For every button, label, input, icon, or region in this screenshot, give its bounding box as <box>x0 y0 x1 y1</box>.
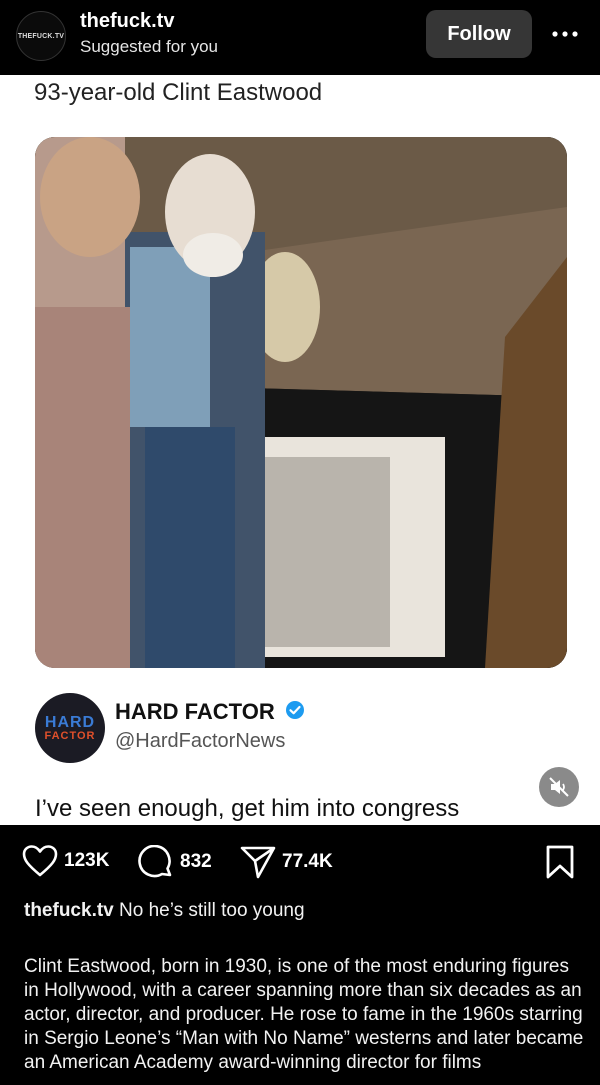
follow-button[interactable]: Follow <box>426 10 532 58</box>
share-button[interactable]: 77.4K <box>240 845 333 879</box>
quoted-text: I’ve seen enough, get him into congress <box>35 795 460 822</box>
quoted-avatar[interactable]: HARD FACTOR <box>35 693 105 763</box>
avatar-text: THEFUCK.TV <box>17 32 65 40</box>
mute-icon[interactable] <box>539 767 579 807</box>
account-avatar[interactable]: THEFUCK.TV <box>16 11 66 61</box>
quoted-handle: @HardFactorNews <box>115 730 286 752</box>
suggested-label: Suggested for you <box>80 37 218 56</box>
post-header: THEFUCK.TV thefuck.tv Suggested for you … <box>0 0 600 75</box>
comment-icon <box>138 845 172 878</box>
quoted-name[interactable]: HARD FACTOR <box>115 699 305 726</box>
action-bar: 123K 832 77.4K <box>0 825 600 895</box>
post-description: Clint Eastwood, born in 1930, is one of … <box>24 956 584 1073</box>
account-name[interactable]: thefuck.tv <box>80 10 174 33</box>
caption: thefuck.tv No he’s still too young <box>24 900 305 922</box>
share-count: 77.4K <box>282 851 333 872</box>
post-media[interactable]: 93-year-old Clint Eastwood HARD FACTOR H… <box>0 75 600 825</box>
caption-text: No he’s still too young <box>119 900 305 921</box>
like-count: 123K <box>64 850 110 871</box>
quoted-name-text: HARD FACTOR <box>115 699 275 724</box>
comment-count: 832 <box>180 851 212 872</box>
comment-button[interactable]: 832 <box>138 845 212 879</box>
more-options-icon[interactable] <box>550 20 580 48</box>
avatar-line-1: HARD <box>44 713 96 731</box>
post-title: 93-year-old Clint Eastwood <box>34 79 323 106</box>
verified-badge-icon <box>285 700 305 726</box>
heart-icon <box>22 845 58 877</box>
caption-user[interactable]: thefuck.tv <box>24 900 114 921</box>
bookmark-icon[interactable] <box>545 845 575 884</box>
avatar-line-2: FACTOR <box>44 729 96 742</box>
send-icon <box>240 846 276 879</box>
post-photo[interactable] <box>35 137 567 668</box>
like-button[interactable]: 123K <box>22 845 109 877</box>
